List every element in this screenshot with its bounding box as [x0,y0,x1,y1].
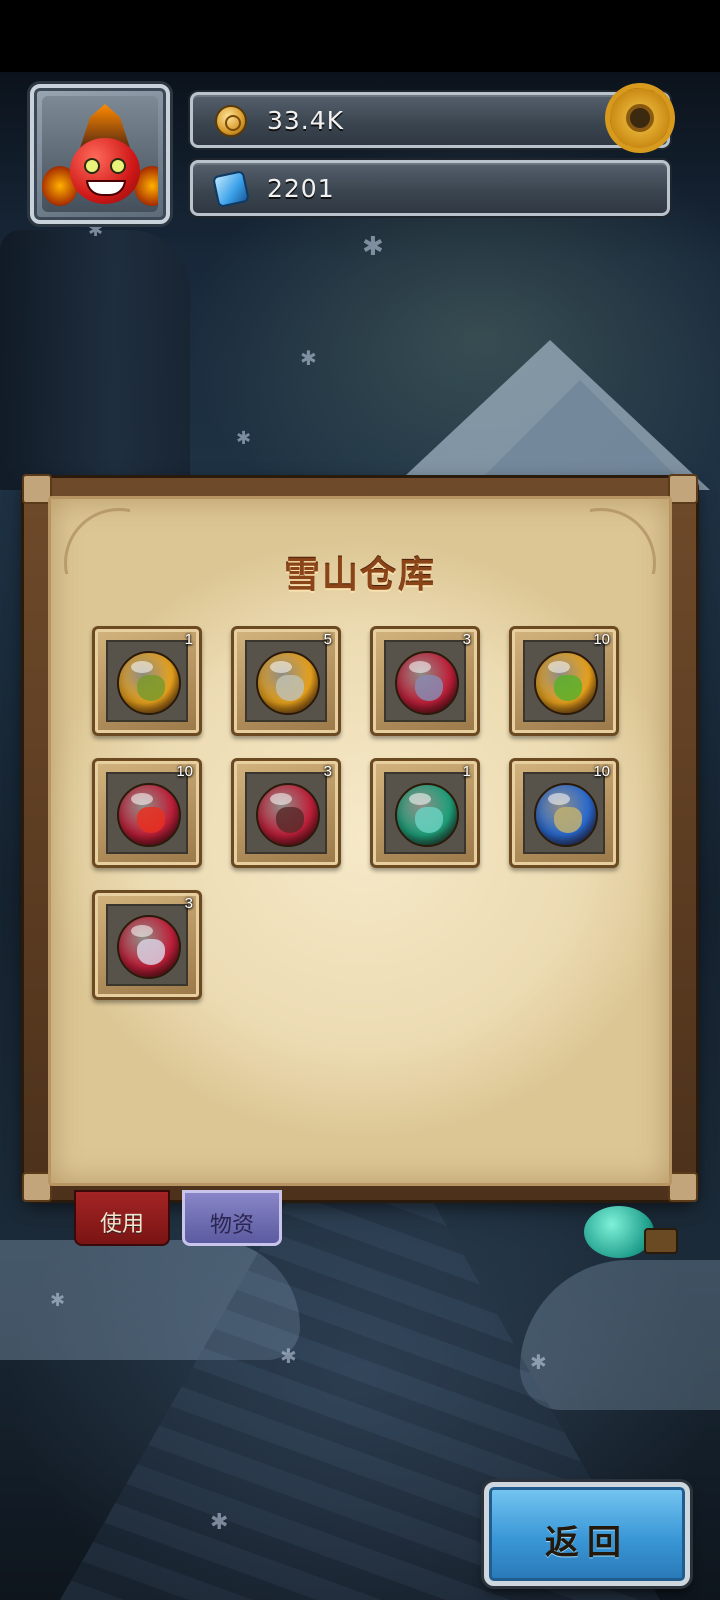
inventory-slot[interactable]: 3 [370,626,480,736]
item-count: 5 [323,631,332,648]
monster-face-icon [137,675,165,701]
monster-face-icon [137,807,165,833]
player-avatar[interactable] [30,84,170,224]
item-count: 1 [184,631,193,648]
inventory-slot[interactable]: 1 [370,758,480,868]
gems-value: 2201 [267,174,335,203]
inventory-slot[interactable]: 10 [92,758,202,868]
monster-face-icon [415,807,443,833]
coin-icon [215,105,247,137]
gems-bar: 2201 [190,160,670,216]
monster-orb-icon [256,783,320,847]
settings-button[interactable] [606,84,674,152]
gem-icon [212,170,250,208]
inventory-slot[interactable]: 5 [231,626,341,736]
monster-orb-icon [534,783,598,847]
avatar-portrait [42,96,158,212]
castle-tower-decoration [0,230,190,490]
snowflake-icon: ✱ [362,232,384,262]
slot-background [245,772,327,854]
item-count: 10 [593,631,610,648]
coins-bar: 33.4K [190,92,670,148]
inventory-slot[interactable]: 10 [509,758,619,868]
mascot-character [556,1198,678,1264]
snowflake-icon: ✱ [280,1344,297,1368]
coins-value: 33.4K [267,106,345,135]
monster-orb-icon [395,783,459,847]
gear-icon-hole [626,104,654,132]
item-count: 10 [593,763,610,780]
back-button-label: 返回 [545,1523,629,1563]
snowflake-icon: ✱ [530,1350,547,1374]
monster-orb-icon [117,783,181,847]
item-count: 3 [462,631,471,648]
slot-background [384,640,466,722]
monster-orb-icon [256,651,320,715]
slot-background [245,640,327,722]
inventory-slot[interactable]: 1 [92,626,202,736]
item-count: 1 [462,763,471,780]
inventory-slot[interactable]: 10 [509,626,619,736]
tab-materials-label: 物资 [209,1213,254,1238]
frame-corner-cap [668,474,698,504]
slot-background [523,772,605,854]
monster-face-icon [276,675,304,701]
item-count: 3 [323,763,332,780]
monster-face-icon [137,939,165,965]
slot-background [106,772,188,854]
inventory-slot[interactable]: 3 [231,758,341,868]
avatar-eye [110,158,126,174]
item-count: 10 [176,763,193,780]
slot-background [106,640,188,722]
avatar-eye [84,158,100,174]
tab-use[interactable]: 使用 [74,1190,170,1246]
slot-background [106,904,188,986]
slot-background [384,772,466,854]
monster-face-icon [415,675,443,701]
inventory-slot[interactable]: 3 [92,890,202,1000]
monster-face-icon [276,807,304,833]
monster-orb-icon [117,915,181,979]
tab-use-label: 使用 [99,1212,144,1237]
status-bar-area [0,0,720,72]
tab-materials[interactable]: 物资 [182,1190,282,1246]
monster-face-icon [554,807,582,833]
slot-background [523,640,605,722]
monster-face-icon [554,675,582,701]
snowflake-icon: ✱ [236,428,252,449]
snowflake-icon: ✱ [300,346,317,370]
monster-orb-icon [395,651,459,715]
treasure-chest-icon [644,1228,678,1254]
back-button[interactable]: 返回 [484,1482,690,1586]
monster-orb-icon [117,651,181,715]
mountain-decoration-back [470,380,690,490]
monster-orb-icon [534,651,598,715]
snowflake-icon: ✱ [50,1290,66,1311]
snowflake-icon: ✱ [210,1510,229,1535]
item-count: 3 [184,895,193,912]
panel-title: 雪山仓库 [283,555,436,596]
